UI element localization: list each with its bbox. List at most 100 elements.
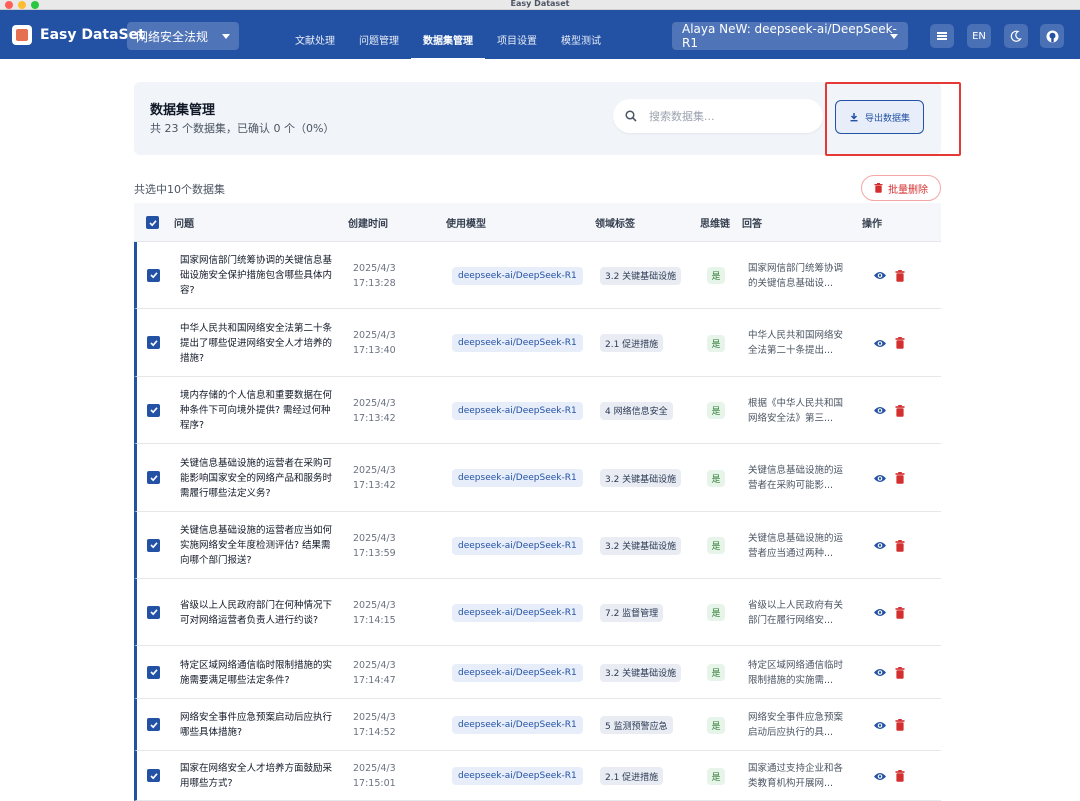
- trash-icon[interactable]: [895, 337, 905, 349]
- table-row[interactable]: 中华人民共和国网络安全法第二十条提出了哪些促进网络安全人才培养的措施? 2025/…: [134, 309, 941, 377]
- table-row[interactable]: 关键信息基础设施的运营者应当如何实施网络安全年度检测评估? 结果需向哪个部门报送…: [134, 512, 941, 579]
- row-answer: 省级以上人民政府有关部门在履行网络安...: [748, 599, 844, 626]
- row-time: 17:13:42: [353, 412, 396, 424]
- trash-icon[interactable]: [895, 606, 905, 619]
- row-cot-badge: 是: [707, 402, 725, 419]
- table-row[interactable]: 省级以上人民政府部门在何种情况下可对网络运营者负责人进行约谈? 2025/4/3 1…: [134, 579, 941, 646]
- row-model-chip: deepseek-ai/DeepSeek-R1: [452, 266, 583, 285]
- row-time: 17:13:59: [353, 547, 396, 559]
- project-select[interactable]: 网络安全法规: [127, 22, 239, 50]
- row-question[interactable]: 国家网信部门统筹协调的关键信息基础设施安全保护措施包含哪些具体内容?: [180, 253, 332, 298]
- col-answer: 回答: [742, 219, 762, 230]
- row-time: 17:14:15: [353, 614, 396, 626]
- row-checkbox[interactable]: [147, 718, 160, 731]
- search-box[interactable]: [613, 99, 823, 133]
- row-checkbox[interactable]: [147, 268, 160, 282]
- row-checkbox[interactable]: [147, 471, 160, 484]
- table-row[interactable]: 特定区域网络通信临时限制措施的实施需要满足哪些法定条件? 2025/4/3 17:1…: [134, 646, 941, 699]
- table-row[interactable]: 关键信息基础设施的运营者在采购可能影响国家安全的网络产品和服务时需履行哪些法定义…: [134, 444, 941, 512]
- row-checkbox[interactable]: [147, 605, 160, 619]
- row-question[interactable]: 关键信息基础设施的运营者在采购可能影响国家安全的网络产品和服务时需履行哪些法定义…: [180, 456, 332, 501]
- theme-toggle-button[interactable]: [1004, 24, 1028, 48]
- row-answer: 国家网信部门统筹协调的关键信息基础设...: [748, 262, 844, 289]
- row-answer: 关键信息基础设施的运营者在采购可能影...: [748, 465, 844, 491]
- row-checkbox[interactable]: [147, 665, 160, 679]
- row-model-chip: deepseek-ai/DeepSeek-R1: [452, 334, 583, 352]
- trash-icon: [874, 183, 883, 193]
- app-logo: [12, 25, 32, 45]
- trash-icon[interactable]: [895, 770, 905, 782]
- row-cot-badge: 是: [707, 767, 725, 785]
- row-created-time: 2025/4/3 17:13:42: [353, 463, 423, 493]
- col-tag: 领域标签: [595, 219, 635, 230]
- nav-tab-model-test[interactable]: 模型测试: [549, 20, 613, 59]
- eye-icon[interactable]: [873, 338, 887, 349]
- eye-icon[interactable]: [873, 473, 887, 484]
- caret-down-icon: [890, 34, 898, 39]
- col-cot: 思维链: [700, 219, 730, 230]
- eye-icon[interactable]: [873, 771, 887, 782]
- row-model-chip: deepseek-ai/DeepSeek-R1: [452, 401, 583, 420]
- row-checkbox[interactable]: [147, 769, 160, 782]
- row-question[interactable]: 网络安全事件应急预案启动后应执行哪些具体措施?: [180, 710, 332, 740]
- language-button[interactable]: EN: [967, 24, 991, 48]
- trash-icon[interactable]: [895, 472, 905, 484]
- row-actions: [873, 666, 905, 679]
- row-checkbox[interactable]: [147, 403, 160, 417]
- row-answer: 国家通过支持企业和各类教育机构开展网...: [748, 763, 844, 789]
- dataset-table: 问题 创建时间 使用模型 领域标签 思维链 回答 操作 国家网信部门统筹协调的关…: [134, 203, 941, 801]
- table-row[interactable]: 国家网信部门统筹协调的关键信息基础设施安全保护措施包含哪些具体内容? 2025/4…: [134, 242, 941, 309]
- nav-tab-questions[interactable]: 问题管理: [347, 20, 411, 59]
- model-select[interactable]: Alaya NeW: deepseek-ai/DeepSeek-R1: [672, 22, 908, 50]
- page-title: 数据集管理: [150, 103, 216, 118]
- row-answer: 中华人民共和国网络安全法第二十条提出...: [748, 330, 844, 356]
- eye-icon[interactable]: [873, 720, 887, 731]
- row-date: 2025/4/3: [353, 465, 396, 476]
- select-all-checkbox[interactable]: [146, 203, 159, 242]
- batch-delete-button[interactable]: 批量删除: [861, 175, 941, 201]
- row-question[interactable]: 境内存储的个人信息和重要数据在何种条件下可向境外提供? 需经过何种程序?: [180, 388, 332, 433]
- caret-down-icon: [222, 34, 230, 39]
- nav-tab-literature[interactable]: 文献处理: [283, 20, 347, 59]
- table-row[interactable]: 境内存储的个人信息和重要数据在何种条件下可向境外提供? 需经过何种程序? 2025…: [134, 377, 941, 444]
- batch-delete-label: 批量删除: [888, 184, 928, 196]
- row-time: 17:13:40: [353, 345, 396, 356]
- row-created-time: 2025/4/3 17:14:47: [353, 658, 423, 688]
- row-checkbox[interactable]: [147, 538, 160, 552]
- row-time: 17:14:47: [353, 674, 396, 686]
- table-row[interactable]: 国家在网络安全人才培养方面鼓励采用哪些方式? 2025/4/3 17:15:01 de…: [134, 751, 941, 801]
- eye-icon[interactable]: [873, 607, 887, 618]
- list-icon: [937, 32, 947, 40]
- row-cot-badge: 是: [707, 334, 725, 352]
- eye-icon[interactable]: [873, 667, 887, 678]
- row-checkbox[interactable]: [147, 336, 160, 349]
- row-question[interactable]: 中华人民共和国网络安全法第二十条提出了哪些促进网络安全人才培养的措施?: [180, 321, 332, 366]
- row-question[interactable]: 特定区域网络通信临时限制措施的实施需要满足哪些法定条件?: [180, 658, 332, 688]
- table-row[interactable]: 网络安全事件应急预案启动后应执行哪些具体措施? 2025/4/3 17:14:52 d…: [134, 699, 941, 751]
- main-nav: 文献处理 问题管理 数据集管理 项目设置 模型测试: [283, 20, 613, 60]
- nav-tab-datasets[interactable]: 数据集管理: [411, 20, 485, 60]
- nav-tab-settings[interactable]: 项目设置: [485, 20, 549, 59]
- trash-icon[interactable]: [895, 404, 905, 417]
- trash-icon[interactable]: [895, 269, 905, 282]
- eye-icon[interactable]: [873, 270, 887, 281]
- trash-icon[interactable]: [895, 719, 905, 731]
- row-question[interactable]: 国家在网络安全人才培养方面鼓励采用哪些方式?: [180, 761, 332, 791]
- row-question[interactable]: 省级以上人民政府部门在何种情况下可对网络运营者负责人进行约谈?: [180, 598, 332, 628]
- row-created-time: 2025/4/3 17:14:52: [353, 710, 423, 740]
- row-question[interactable]: 关键信息基础设施的运营者应当如何实施网络安全年度检测评估? 结果需向哪个部门报送…: [180, 523, 332, 568]
- eye-icon[interactable]: [873, 405, 887, 416]
- row-actions: [873, 606, 905, 619]
- row-domain-tag: 3.2 关键基础设施: [600, 536, 682, 555]
- col-model: 使用模型: [446, 219, 486, 230]
- search-input[interactable]: [649, 109, 799, 123]
- github-button[interactable]: [1040, 24, 1064, 48]
- selected-count: 共选中10个数据集: [134, 183, 225, 196]
- list-view-button[interactable]: [930, 24, 954, 48]
- highlight-annotation: [825, 82, 961, 156]
- eye-icon[interactable]: [873, 540, 887, 551]
- trash-icon[interactable]: [895, 539, 905, 552]
- row-cot-badge: 是: [707, 537, 725, 554]
- table-header: 问题 创建时间 使用模型 领域标签 思维链 回答 操作: [134, 203, 941, 242]
- trash-icon[interactable]: [895, 666, 905, 679]
